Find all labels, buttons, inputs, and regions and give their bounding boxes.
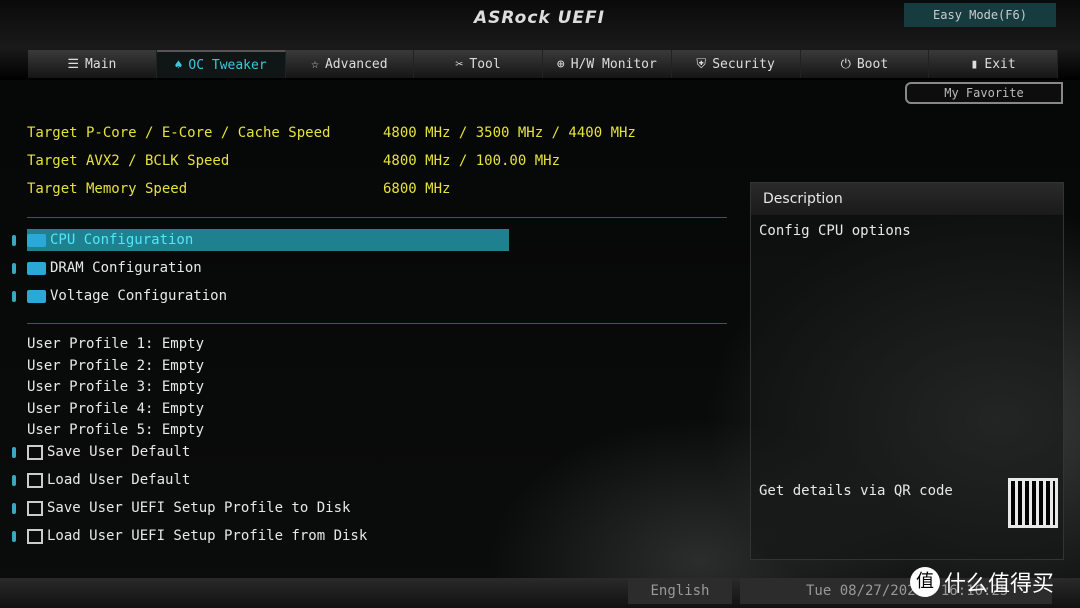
menu-item[interactable]: DRAM Configuration — [27, 257, 509, 279]
item-marker — [12, 475, 16, 486]
info-row: Target AVX2 / BCLK Speed 4800 MHz / 100.0… — [27, 153, 561, 169]
info-row: Target Memory Speed 6800 MHz — [27, 181, 451, 197]
action-item[interactable]: Save User Default — [27, 441, 509, 463]
action-item[interactable]: Save User UEFI Setup Profile to Disk — [27, 497, 509, 519]
my-favorite-button[interactable]: My Favorite — [905, 82, 1063, 104]
star-icon: ☆ — [311, 56, 319, 72]
menu-item[interactable]: Voltage Configuration — [27, 285, 509, 307]
tab-exit[interactable]: ▮ Exit — [929, 50, 1058, 78]
watermark-logo-icon: 值 — [910, 567, 940, 597]
qr-code-icon — [1008, 478, 1058, 528]
save-disk-icon — [27, 500, 43, 516]
power-icon: ⏻ — [840, 56, 851, 72]
qr-label: Get details via QR code — [759, 483, 953, 499]
item-marker — [12, 503, 16, 514]
description-title: Description — [751, 183, 1063, 215]
save-icon — [27, 444, 43, 460]
item-marker — [12, 235, 16, 246]
tools-icon: ✂ — [455, 56, 464, 72]
folder-icon — [27, 261, 46, 275]
divider — [27, 323, 727, 324]
exit-icon: ▮ — [970, 56, 979, 72]
description-panel: Description Config CPU options Get detai… — [750, 182, 1064, 560]
user-profile: User Profile 3: Empty — [27, 379, 205, 395]
easy-mode-button[interactable]: Easy Mode(F6) — [904, 3, 1056, 27]
action-item[interactable]: Load User UEFI Setup Profile from Disk — [27, 525, 509, 547]
tab-h-w-monitor[interactable]: ⊕ H/W Monitor — [543, 50, 672, 78]
user-profile: User Profile 1: Empty — [27, 336, 205, 352]
description-text: Config CPU options — [759, 223, 911, 239]
item-marker — [12, 291, 16, 302]
folder-icon — [27, 289, 46, 303]
tab-tool[interactable]: ✂ Tool — [414, 50, 543, 78]
tab-oc-tweaker[interactable]: ♠ OC Tweaker — [156, 50, 286, 78]
tab-boot[interactable]: ⏻ Boot — [801, 50, 930, 78]
load-icon — [27, 472, 43, 488]
load-disk-icon — [27, 528, 43, 544]
item-marker — [12, 263, 16, 274]
asrock-logo: ASRock UEFI — [474, 8, 605, 28]
user-profile: User Profile 4: Empty — [27, 400, 205, 417]
user-profile: User Profile 2: Empty — [27, 357, 205, 374]
info-row: Target P-Core / E-Core / Cache Speed 4800… — [27, 125, 636, 141]
tab-main[interactable]: ☰ Main — [28, 50, 157, 78]
shield-icon: ⛨ — [696, 56, 707, 72]
main-tabs: ☰ Main ♠ OC Tweaker ☆ Advanced ✂ Tool ⊕ H/W Monit… — [28, 50, 1058, 78]
list-icon: ☰ — [67, 56, 80, 72]
tab-advanced[interactable]: ☆ Advanced — [286, 50, 415, 78]
action-item[interactable]: Load User Default — [27, 469, 509, 491]
watermark: 值什么值得买 — [910, 566, 1054, 598]
folder-icon — [27, 233, 46, 247]
divider — [27, 217, 727, 218]
language-button[interactable]: English — [628, 578, 732, 604]
monitor-icon: ⊕ — [556, 56, 565, 72]
flame-icon: ♠ — [174, 57, 183, 73]
item-marker — [12, 447, 16, 458]
user-profile: User Profile 5: Empty — [27, 422, 205, 438]
menu-item[interactable]: CPU Configuration — [27, 229, 509, 251]
tab-security[interactable]: ⛨ Security — [672, 50, 801, 78]
item-marker — [12, 531, 16, 542]
